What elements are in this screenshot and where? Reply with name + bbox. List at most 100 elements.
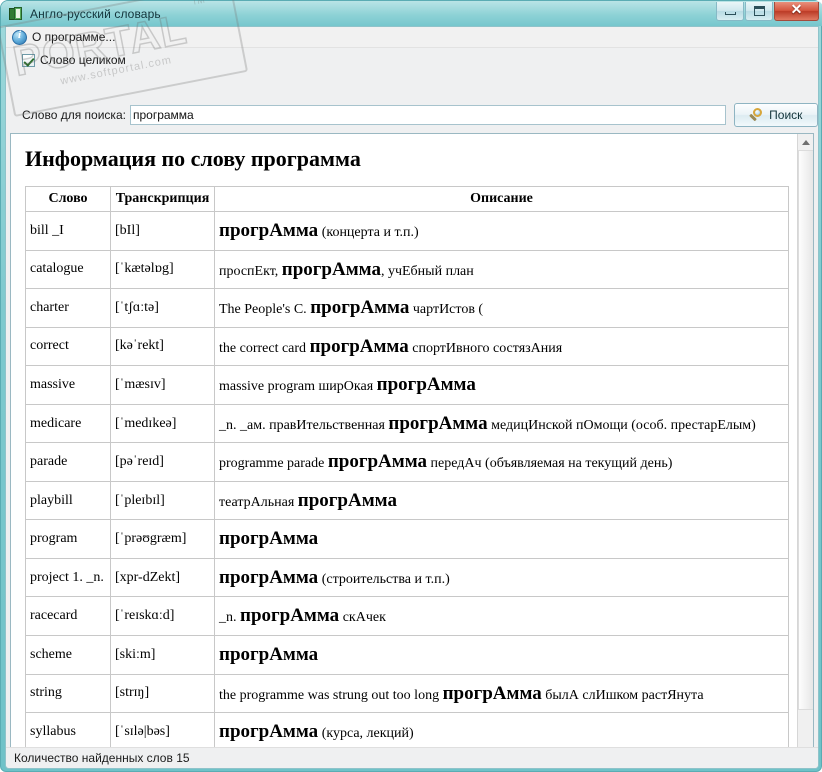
cell-transcription: [pəˈreɪd] (110, 442, 215, 482)
cell-transcription: [ˈprəʊgræm] (110, 519, 215, 559)
cell-description: the programme was strung out too long пр… (214, 673, 789, 714)
minimize-button[interactable] (716, 2, 744, 21)
table-row: parade [pəˈreɪd] programme parade прогрАмм… (25, 442, 789, 482)
table-row: massive [ˈmæsɪv] massive program ширОкая п… (25, 365, 789, 405)
desc-suffix: былА слИшком растЯнута (541, 687, 704, 703)
desc-suffix: (строительства и т.п.) (318, 571, 450, 587)
desc-suffix: скАчек (339, 610, 386, 626)
search-input[interactable] (129, 105, 726, 125)
cell-description: The People's C. прогрАмма чартИстов ( (214, 288, 789, 328)
scroll-up-arrow-icon[interactable] (798, 134, 813, 150)
checkmark-icon (22, 53, 35, 67)
search-row: Слово для поиска: Поиск (6, 97, 818, 133)
cell-transcription: [ˈreɪskɑːd] (110, 596, 215, 637)
desc-prefix: The People's C. (219, 302, 311, 318)
cell-description: _n. _ам. правИтельственная прогрАмма мед… (214, 403, 789, 444)
cell-description: прогрАмма (214, 635, 789, 675)
cell-transcription: [ˈsɪlə|bəs] (110, 712, 215, 752)
window-title: Англо-русский словарь (30, 6, 161, 21)
cell-transcription: [ˈkætəlɒg] (110, 249, 215, 290)
cell-transcription: [ˈtʃɑːtə] (110, 288, 215, 328)
maximize-button[interactable] (745, 2, 773, 21)
desc-prefix: театрАльная (219, 494, 298, 510)
whole-word-label: Слово целиком (40, 53, 126, 67)
cell-word: parade (25, 442, 111, 482)
cell-transcription: [kəˈrekt] (110, 326, 215, 367)
cell-word: catalogue (25, 249, 111, 290)
dictionary-table: Слово Транскрипция Описание bill _I [bIl]… (25, 186, 789, 760)
close-icon: ✕ (790, 3, 803, 18)
minimize-icon (724, 12, 736, 15)
cell-word: charter (25, 288, 111, 328)
desc-suffix: (курса, лекций) (318, 726, 414, 742)
desc-prefix: the programme was strung out too long (219, 687, 443, 703)
whole-word-checkbox[interactable]: Слово целиком (22, 53, 126, 67)
cell-word: bill _I (25, 211, 111, 251)
desc-suffix: передАч (объявляемая на текущий день) (427, 456, 673, 472)
table-row: bill _I [bIl] прогрАмма (концерта и т.п.) (25, 211, 789, 251)
cell-transcription: [ˈmedɪkeə] (110, 403, 215, 444)
search-button[interactable]: Поиск (733, 103, 818, 127)
desc-keyword: прогрАмма (327, 451, 428, 473)
options-row: Слово целиком (6, 48, 818, 72)
vertical-scrollbar[interactable] (797, 134, 813, 760)
cell-word: project 1. _n. (25, 557, 111, 598)
cell-word: racecard (25, 596, 111, 637)
cell-word: playbill (25, 480, 111, 521)
table-row: medicare [ˈmedɪkeə] _n. _ам. правИтельстве… (25, 403, 789, 444)
column-header-transcription: Транскрипция (110, 186, 215, 212)
cell-description: massive program ширОкая прогрАмма (214, 365, 789, 405)
desc-suffix: медицИнской пОмощи (особ. престарЕлым) (487, 417, 756, 433)
table-row: racecard [ˈreɪskɑːd] _n. прогрАмма скАчек (25, 596, 789, 637)
search-button-label: Поиск (769, 108, 803, 122)
cell-description: programme parade прогрАмма передАч (объя… (214, 442, 789, 482)
desc-prefix: _n. (219, 610, 240, 626)
desc-keyword: прогрАмма (219, 721, 319, 743)
cell-description: прогрАмма (214, 519, 789, 559)
application-window: Англо-русский словарь ✕ О программе... (0, 0, 822, 772)
desc-suffix: , учЕбный план (380, 263, 474, 279)
cell-description: прогрАмма (строительства и т.п.) (214, 557, 789, 598)
table-row: playbill [ˈpleɪbɪl] театрАльная прогрАмма (25, 480, 789, 521)
cell-description: проспЕкт, прогрАмма, учЕбный план (214, 249, 789, 290)
desc-suffix: чартИстов ( (409, 302, 484, 318)
menu-item-about[interactable]: О программе... (8, 28, 121, 47)
scrollbar-thumb[interactable] (798, 150, 813, 710)
magnifier-icon (749, 107, 764, 123)
desc-keyword: прогрАмма (219, 220, 319, 241)
desc-suffix: спортИвного состязАния (408, 340, 563, 356)
cell-word: massive (25, 365, 111, 405)
cell-transcription: [strɪŋ] (110, 673, 215, 714)
title-bar: Англо-русский словарь ✕ (1, 1, 822, 26)
status-text: Количество найденных слов 15 (14, 751, 190, 765)
page-title: Информация по слову программа (25, 146, 361, 171)
desc-prefix: проспЕкт, (219, 263, 282, 279)
desc-keyword: прогрАмма (281, 258, 381, 280)
table-row: project 1. _n. [xpr-dZekt] прогрАмма (стро… (25, 557, 789, 598)
desc-keyword: прогрАмма (297, 489, 397, 511)
desc-keyword: прогрАмма (219, 566, 319, 588)
table-row: charter [ˈtʃɑːtə] The People's C. прогрАмм… (25, 288, 789, 328)
info-icon (12, 29, 27, 45)
menu-strip: О программе... (6, 27, 818, 48)
desc-keyword: прогрАмма (219, 644, 319, 666)
cell-description: прогрАмма (концерта и т.п.) (214, 211, 789, 251)
document-view: Информация по слову программа Слово Тран… (11, 134, 797, 760)
cell-description: _n. прогрАмма скАчек (214, 596, 789, 637)
desc-keyword: прогрАмма (442, 682, 542, 704)
table-row: scheme [skiːm] прогрАмма (25, 635, 789, 675)
cell-transcription: [skiːm] (110, 635, 215, 675)
cell-description: театрАльная прогрАмма (214, 480, 789, 521)
search-label: Слово для поиска: (22, 108, 126, 122)
menu-item-about-label: О программе... (32, 30, 116, 44)
table-row: correct [kəˈrekt] the correct card прогрАм… (25, 326, 789, 367)
table-row: string [strɪŋ] the programme was strung ou… (25, 673, 789, 714)
desc-keyword: прогрАмма (310, 297, 410, 319)
book-icon (8, 6, 24, 22)
desc-keyword: прогрАмма (219, 528, 319, 550)
table-row: syllabus [ˈsɪlə|bəs] прогрАмма (курса, лек… (25, 712, 789, 752)
client-area: О программе... Слово целиком Слово для п… (5, 26, 819, 769)
desc-prefix: massive program ширОкая (219, 379, 377, 395)
desc-suffix: (концерта и т.п.) (318, 225, 419, 240)
close-button[interactable]: ✕ (774, 2, 819, 21)
